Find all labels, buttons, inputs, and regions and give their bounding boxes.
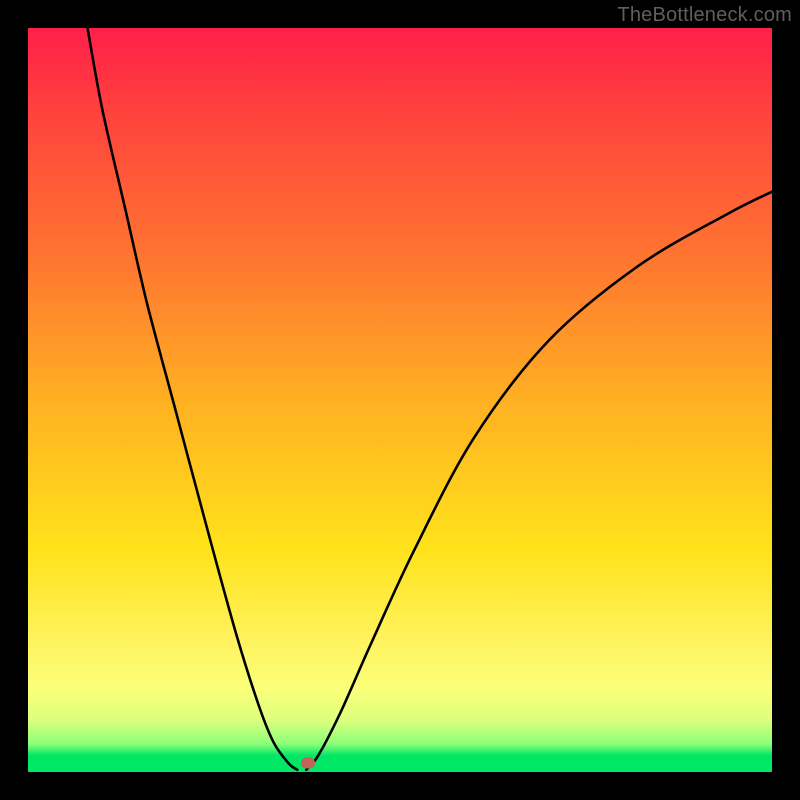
curve-left-branch [88, 28, 298, 770]
watermark-text: TheBottleneck.com [617, 4, 792, 27]
bottleneck-curve [28, 28, 772, 772]
plot-area [28, 28, 772, 772]
optimum-marker [301, 758, 315, 769]
curve-right-branch [306, 192, 772, 770]
chart-frame: TheBottleneck.com [0, 0, 800, 800]
